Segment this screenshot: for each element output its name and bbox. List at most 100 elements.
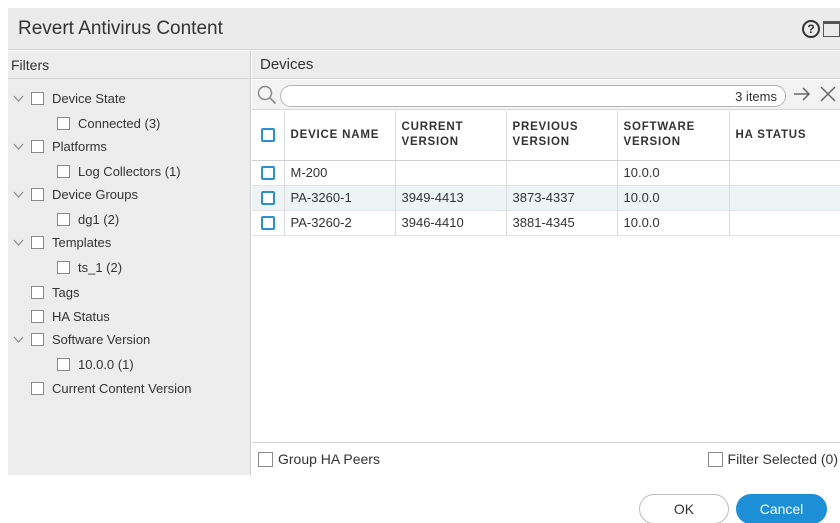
search-icon — [257, 85, 277, 110]
cell-software-version: 10.0.0 — [617, 160, 730, 186]
row-checkbox[interactable] — [260, 191, 275, 206]
checkbox[interactable] — [31, 332, 44, 346]
filter-templates[interactable]: Templates — [10, 233, 111, 251]
help-icon[interactable]: ? — [802, 20, 820, 38]
select-all-cell[interactable] — [252, 111, 285, 161]
filter-ha-status[interactable]: HA Status — [26, 307, 110, 325]
filter-tags[interactable]: Tags — [26, 283, 79, 301]
chevron-down-icon[interactable] — [10, 331, 26, 347]
cell-current-version: 3946-4410 — [395, 210, 507, 236]
group-ha-peers-label: Group HA Peers — [278, 451, 380, 467]
column-header-ha-status[interactable]: HA STATUS — [729, 111, 840, 161]
filter-selected-option[interactable]: Filter Selected (0) — [707, 451, 838, 467]
cell-previous-version — [506, 160, 618, 186]
filter-log-collectors[interactable]: Log Collectors (1) — [52, 162, 181, 180]
checkbox[interactable] — [57, 164, 70, 178]
cell-device-name: PA-3260-2 — [284, 210, 396, 236]
filter-ts1[interactable]: ts_1 (2) — [52, 258, 122, 276]
filters-panel: Filters Device State Connected (3) Platf… — [8, 51, 251, 475]
close-icon[interactable] — [819, 85, 837, 108]
column-header-previous-version[interactable]: PREVIOUS VERSION — [506, 111, 618, 161]
cancel-button[interactable]: Cancel — [736, 494, 827, 523]
filter-selected-checkbox[interactable] — [707, 451, 723, 467]
filter-device-groups[interactable]: Device Groups — [10, 185, 138, 203]
cell-current-version — [395, 160, 507, 186]
ok-button[interactable]: OK — [639, 494, 729, 523]
checkbox[interactable] — [57, 116, 70, 130]
cell-device-name: PA-3260-1 — [284, 185, 396, 211]
checkbox[interactable] — [31, 235, 44, 249]
devices-panel: Devices 3 items DEVICE NAME CURRENT VERS… — [252, 51, 840, 475]
checkbox[interactable] — [31, 309, 44, 323]
filter-label: Platforms — [52, 138, 107, 154]
table-row[interactable]: PA-3260-1 3949-4413 3873-4337 10.0.0 — [252, 185, 840, 211]
filter-dg1[interactable]: dg1 (2) — [52, 210, 119, 228]
checkbox[interactable] — [57, 212, 70, 226]
table-header-row: DEVICE NAME CURRENT VERSION PREVIOUS VER… — [252, 111, 840, 161]
chevron-down-icon[interactable] — [10, 234, 26, 250]
table-row[interactable]: M-200 10.0.0 — [252, 160, 840, 186]
filter-software-version[interactable]: Software Version — [10, 330, 150, 348]
chevron-down-icon[interactable] — [10, 186, 26, 202]
filter-label: Templates — [52, 234, 112, 250]
cell-device-name: M-200 — [284, 160, 396, 186]
group-ha-peers-checkbox[interactable] — [258, 451, 273, 467]
filter-sw-10-0-0[interactable]: 10.0.0 (1) — [52, 355, 134, 373]
cell-current-version: 3949-4413 — [395, 185, 507, 211]
select-all-checkbox[interactable] — [260, 127, 275, 142]
cell-ha-status — [729, 185, 840, 211]
row-select-cell[interactable] — [252, 185, 285, 211]
row-select-cell[interactable] — [252, 210, 285, 236]
devices-footer: Group HA Peers Filter Selected (0) — [252, 442, 840, 475]
cell-ha-status — [729, 210, 840, 236]
filter-label: Device State — [52, 90, 126, 106]
checkbox[interactable] — [31, 381, 44, 395]
search-input[interactable] — [281, 86, 785, 106]
column-header-current-version[interactable]: CURRENT VERSION — [395, 111, 507, 161]
filter-label: Device Groups — [52, 186, 138, 202]
checkbox[interactable] — [31, 139, 44, 153]
row-select-cell[interactable] — [252, 160, 285, 186]
dialog-title: Revert Antivirus Content — [18, 18, 223, 39]
filter-selected-label: Filter Selected (0) — [727, 451, 838, 467]
filters-header: Filters — [8, 51, 250, 79]
filter-connected[interactable]: Connected (3) — [52, 114, 160, 132]
group-ha-peers-option[interactable]: Group HA Peers — [258, 451, 380, 467]
filter-label: HA Status — [52, 308, 110, 324]
filter-label: Current Content Version — [52, 380, 192, 396]
devices-table: DEVICE NAME CURRENT VERSION PREVIOUS VER… — [252, 111, 840, 236]
row-checkbox[interactable] — [260, 216, 275, 231]
chevron-down-icon[interactable] — [10, 90, 26, 106]
filter-device-state[interactable]: Device State — [10, 89, 126, 107]
filter-label: Log Collectors (1) — [78, 163, 181, 179]
checkbox[interactable] — [31, 187, 44, 201]
cell-software-version: 10.0.0 — [617, 210, 730, 236]
column-header-software-version[interactable]: SOFTWARE VERSION — [617, 111, 730, 161]
cell-previous-version: 3873-4337 — [506, 185, 618, 211]
filter-label: Tags — [52, 284, 80, 300]
maximize-window-icon[interactable] — [823, 21, 840, 37]
checkbox[interactable] — [57, 260, 70, 274]
checkbox[interactable] — [31, 91, 44, 105]
cell-previous-version: 3881-4345 — [506, 210, 618, 236]
checkbox[interactable] — [57, 357, 70, 371]
filter-current-content-version[interactable]: Current Content Version — [26, 379, 191, 397]
items-count: 3 items — [735, 89, 777, 104]
filter-label: ts_1 (2) — [78, 259, 123, 275]
filter-label: Software Version — [52, 331, 151, 347]
column-header-device-name[interactable]: DEVICE NAME — [284, 111, 396, 161]
filter-label: 10.0.0 (1) — [78, 356, 134, 372]
devices-header: Devices — [252, 51, 840, 79]
filter-platforms[interactable]: Platforms — [10, 137, 107, 155]
arrow-right-icon[interactable] — [792, 84, 812, 109]
cell-ha-status — [729, 160, 840, 186]
cell-software-version: 10.0.0 — [617, 185, 730, 211]
checkbox[interactable] — [31, 285, 44, 299]
search-input-container[interactable]: 3 items — [280, 85, 786, 107]
row-checkbox[interactable] — [260, 166, 275, 181]
chevron-down-icon[interactable] — [10, 138, 26, 154]
search-bar: 3 items — [252, 80, 840, 110]
table-row[interactable]: PA-3260-2 3946-4410 3881-4345 10.0.0 — [252, 210, 840, 236]
dialog-titlebar: Revert Antivirus Content ? — [8, 8, 840, 50]
filter-label: Connected (3) — [78, 115, 161, 131]
